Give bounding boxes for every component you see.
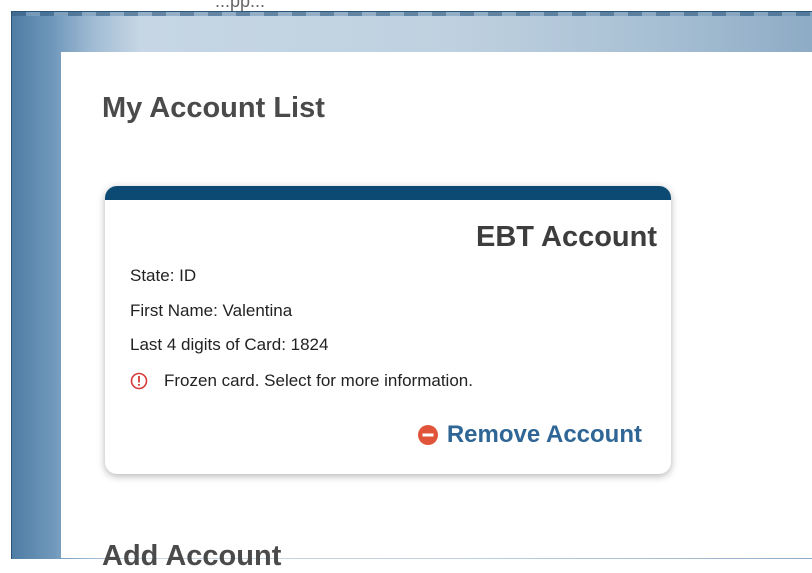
minus-circle-icon [417,424,439,446]
alert-circle-icon [130,372,148,390]
top-strip: ...pp... [0,0,812,11]
remove-account-label: Remove Account [446,421,642,448]
frame-decoration [12,12,812,16]
first-name-text: First Name: Valentina [130,301,293,320]
card-header-bar [105,186,671,200]
account-card[interactable]: EBT Account State: ID First Name: Valent… [105,186,671,474]
state-text: State: ID [130,266,197,285]
frozen-card-alert[interactable]: Frozen card. Select for more information… [130,371,473,391]
card-title: EBT Account [476,221,657,253]
page-title: My Account List [102,92,325,124]
left-border [0,0,11,558]
last-digits-text: Last 4 digits of Card: 1824 [130,335,329,354]
alert-text: Frozen card. Select for more information… [164,371,473,390]
remove-account-button[interactable]: Remove Account [417,421,642,449]
add-account-heading: Add Account [102,540,282,572]
